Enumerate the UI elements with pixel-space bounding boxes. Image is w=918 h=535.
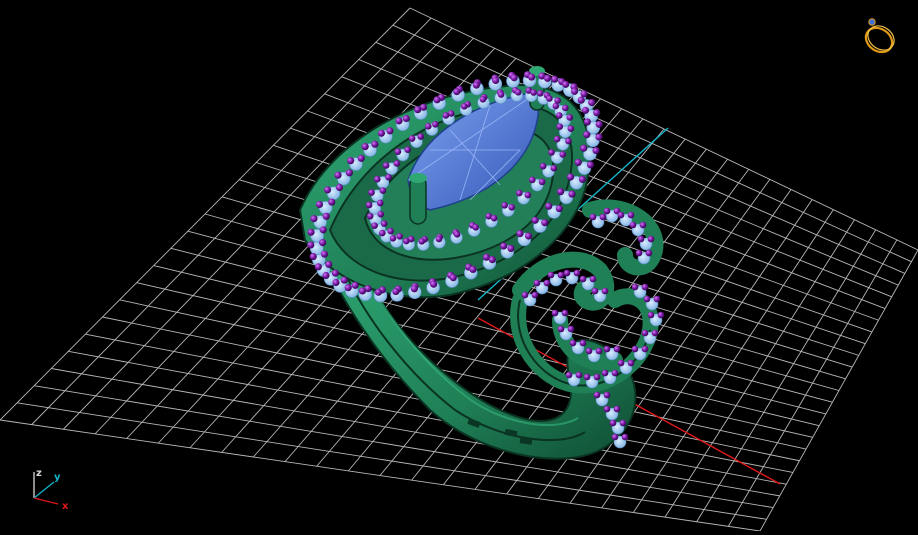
y-axis-label: y xyxy=(54,472,61,483)
z-axis-label: z xyxy=(36,468,42,479)
ring-model[interactable] xyxy=(298,66,665,460)
axis-triad: z y x xyxy=(22,462,82,514)
3d-viewport[interactable]: z y x xyxy=(0,0,918,532)
scene-canvas[interactable] xyxy=(0,0,918,532)
x-axis-label: x xyxy=(62,501,69,512)
view-cube-ring-icon[interactable] xyxy=(858,14,900,58)
